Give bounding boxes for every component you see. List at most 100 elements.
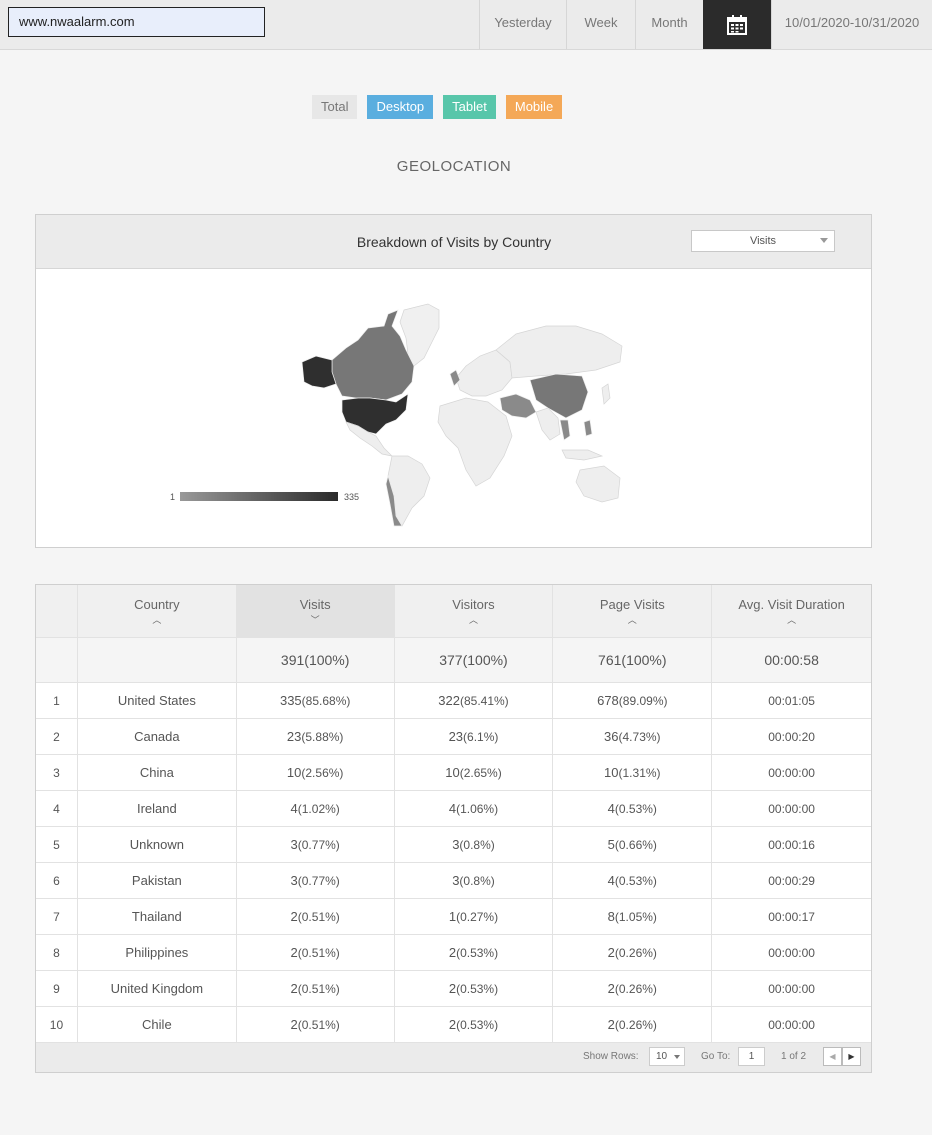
row-index: 7 <box>36 899 78 934</box>
month-button[interactable]: Month <box>635 0 703 49</box>
column-header-avg-duration[interactable]: Avg. Visit Duration ︿ <box>712 585 871 637</box>
table-row[interactable]: 10 Chile 2 (0.51%) 2 (0.53%) 2 (0.26%) 00:00:00 <box>36 1007 871 1043</box>
row-visits: 2 (0.51%) <box>237 899 395 934</box>
row-page-visits-pct: (0.53%) <box>614 873 657 888</box>
row-page-visits-pct: (0.53%) <box>614 801 657 816</box>
totals-page-visits: 761(100%) <box>553 638 713 682</box>
filter-total[interactable]: Total <box>312 95 358 119</box>
world-map[interactable]: 1 335 <box>36 270 871 548</box>
row-visitors-count: 322 <box>438 693 460 708</box>
date-range-display[interactable]: 10/01/2020-10/31/2020 <box>771 0 932 49</box>
column-header-visitors[interactable]: Visitors ︿ <box>395 585 554 637</box>
map-country-indonesia[interactable] <box>561 449 604 461</box>
metric-dropdown-value: Visits <box>749 235 777 247</box>
row-visits: 4 (1.02%) <box>237 791 395 826</box>
column-header-label: Page Visits <box>599 597 665 612</box>
map-country-australia[interactable] <box>575 465 621 503</box>
map-country-africa[interactable] <box>437 397 513 487</box>
map-country-thailand[interactable] <box>559 419 571 441</box>
row-visits-pct: (0.51%) <box>297 981 340 996</box>
map-legend-min: 1 <box>170 492 175 502</box>
row-page-visits-count: 4 <box>607 873 615 888</box>
show-rows-select[interactable]: 10 <box>649 1047 685 1066</box>
row-visits: 2 (0.51%) <box>237 935 395 970</box>
row-country: China <box>78 755 237 790</box>
metric-dropdown[interactable]: Visits <box>691 230 835 252</box>
row-visits-pct: (0.51%) <box>297 945 340 960</box>
row-country: Ireland <box>78 791 237 826</box>
filter-mobile[interactable]: Mobile <box>505 95 563 119</box>
row-index: 3 <box>36 755 78 790</box>
row-country: Philippines <box>78 935 237 970</box>
row-page-visits-pct: (4.73%) <box>618 729 661 744</box>
row-page-visits-count: 678 <box>597 693 619 708</box>
site-selector-input[interactable]: www.nwaalarm.com <box>8 7 265 37</box>
table-row[interactable]: 5 Unknown 3 (0.77%) 3 (0.8%) 5 (0.66%) 00:00:16 <box>36 827 871 863</box>
row-visits-count: 10 <box>286 765 302 780</box>
table-row[interactable]: 1 United States 335 (85.68%) 322 (85.41%) 678(… <box>36 683 871 719</box>
section-title: GEOLOCATION <box>396 158 512 175</box>
row-page-visits-count: 2 <box>607 1017 615 1032</box>
table-row[interactable]: 4 Ireland 4 (1.02%) 4 (1.06%) 4 (0.53%) 00:00:00 <box>36 791 871 827</box>
column-header-page-visits[interactable]: Page Visits ︿ <box>553 585 713 637</box>
row-visitors-count: 3 <box>452 837 460 852</box>
row-visitors: 2 (0.53%) <box>395 1007 554 1042</box>
row-avg-duration: 00:01:05 <box>768 693 815 708</box>
row-page-visits-pct: (0.66%) <box>614 837 657 852</box>
table-row[interactable]: 3 China 10 (2.56%) 10 (2.65%) 10 (1.31%) 00:00:0… <box>36 755 871 791</box>
row-visitors-count: 10 <box>445 765 460 780</box>
country-table: Country ︿ Visits ﹀ Visitors ︿ Page Visit… <box>35 584 872 1073</box>
map-panel: Breakdown of Visits by Country Visits 1 … <box>35 214 872 548</box>
row-avg-duration: 00:00:00 <box>768 1017 815 1032</box>
chevron-up-icon: ︿ <box>468 615 478 625</box>
row-page-visits-pct: (1.31%) <box>618 765 661 780</box>
row-visits-count: 2 <box>290 981 298 996</box>
column-header-visits[interactable]: Visits ﹀ <box>236 585 395 637</box>
row-page-visits-count: 2 <box>607 981 615 996</box>
yesterday-button[interactable]: Yesterday <box>479 0 566 49</box>
row-country: Unknown <box>78 827 237 862</box>
row-avg-duration: 00:00:29 <box>768 873 815 888</box>
row-page-visits-count: 10 <box>604 765 619 780</box>
map-country-alaska[interactable] <box>301 355 337 389</box>
row-page-visits-pct: (0.26%) <box>614 945 657 960</box>
row-visitors-pct: (2.65%) <box>459 765 502 780</box>
filter-tablet[interactable]: Tablet <box>443 95 496 119</box>
goto-page-input[interactable]: 1 <box>738 1047 765 1066</box>
row-visitors: 2 (0.53%) <box>395 935 554 970</box>
table-row[interactable]: 2 Canada 23 (5.88%) 23 (6.1%) 36 (4.73%) 00:00:2… <box>36 719 871 755</box>
chevron-down-icon <box>674 1055 680 1059</box>
row-visitors-pct: (0.53%) <box>456 1017 499 1032</box>
row-visits-pct: (0.51%) <box>297 909 340 924</box>
calendar-button[interactable] <box>703 0 771 49</box>
row-visits-pct: (2.56%) <box>301 765 344 780</box>
row-visitors-pct: (0.53%) <box>456 981 499 996</box>
chevron-right-icon: ▶ <box>848 1052 855 1061</box>
table-row[interactable]: 9 United Kingdom 2 (0.51%) 2 (0.53%) 2 (0.26%) 0… <box>36 971 871 1007</box>
row-country: United Kingdom <box>78 971 237 1006</box>
row-country: Thailand <box>78 899 237 934</box>
row-visitors-pct: (85.41%) <box>459 693 509 708</box>
row-visits-count: 335 <box>279 693 302 708</box>
row-visits-pct: (5.88%) <box>301 729 344 744</box>
row-visitors-count: 4 <box>448 801 457 816</box>
page-info: 1 of 2 <box>781 1051 807 1062</box>
map-country-philippines[interactable] <box>583 419 593 437</box>
filter-desktop[interactable]: Desktop <box>367 95 434 119</box>
prev-page-button[interactable]: ◀ <box>823 1047 842 1066</box>
next-page-button[interactable]: ▶ <box>842 1047 861 1066</box>
row-visits: 2 (0.51%) <box>237 1007 395 1042</box>
table-row[interactable]: 6 Pakistan 3 (0.77%) 3 (0.8%) 4 (0.53%) 00:00:29 <box>36 863 871 899</box>
map-country-russia[interactable] <box>495 325 623 379</box>
row-visitors: 1 (0.27%) <box>395 899 554 934</box>
table-row[interactable]: 7 Thailand 2 (0.51%) 1 (0.27%) 8 (1.05%) 00:00:1… <box>36 899 871 935</box>
device-filters: Total Desktop Tablet Mobile <box>312 95 572 119</box>
row-page-visits-pct: (1.05%) <box>614 909 657 924</box>
row-index: 5 <box>36 827 78 862</box>
column-header-country[interactable]: Country ︿ <box>78 585 237 637</box>
table-row[interactable]: 8 Philippines 2 (0.51%) 2 (0.53%) 2 (0.26%) 00:0… <box>36 935 871 971</box>
week-button[interactable]: Week <box>566 0 635 49</box>
map-country-pakistan[interactable] <box>499 393 537 419</box>
map-country-japan[interactable] <box>601 383 611 405</box>
row-visitors: 4 (1.06%) <box>395 791 554 826</box>
